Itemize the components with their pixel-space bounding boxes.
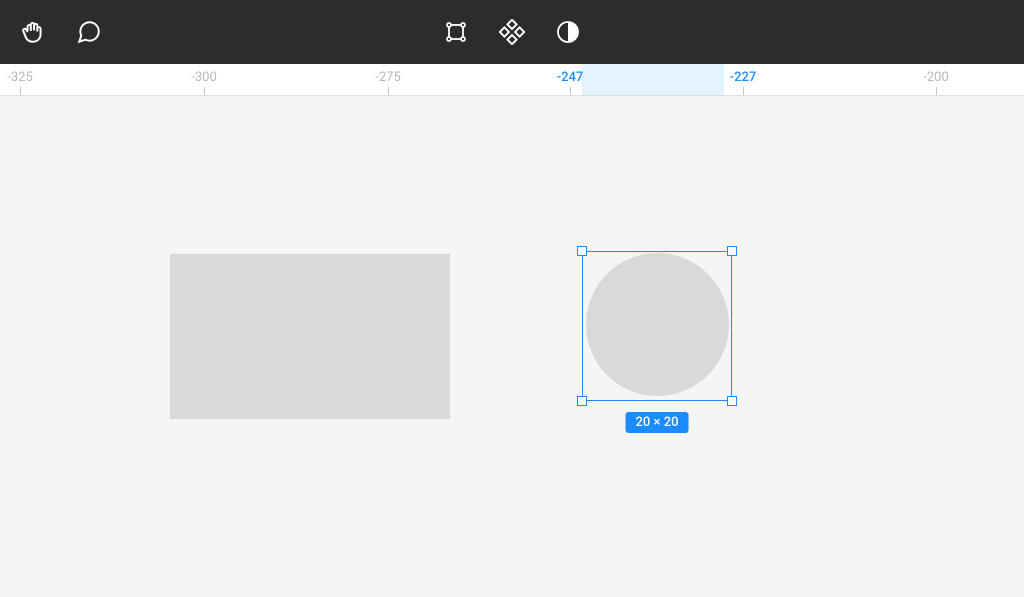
horizontal-ruler[interactable]: -325 -300 -275 -247 -227 -200 <box>0 64 1024 96</box>
resize-handle-bottom-right[interactable] <box>727 396 737 406</box>
resize-handle-bottom-left[interactable] <box>577 396 587 406</box>
ruler-tick <box>204 87 205 95</box>
rectangle-shape[interactable] <box>170 254 450 419</box>
ruler-selection-highlight <box>582 64 724 95</box>
hand-tool-icon[interactable] <box>20 19 46 45</box>
mask-tool-icon[interactable] <box>555 19 581 45</box>
ruler-tick <box>20 87 21 95</box>
resize-handle-top-right[interactable] <box>727 246 737 256</box>
ruler-tick <box>388 87 389 95</box>
oval-shape[interactable] <box>586 253 729 396</box>
ruler-label: -275 <box>375 70 401 85</box>
canvas[interactable]: 20 × 20 <box>0 96 1024 597</box>
ruler-label: -300 <box>191 70 217 85</box>
toolbar <box>0 0 1024 64</box>
comment-tool-icon[interactable] <box>76 19 102 45</box>
ruler-label: -227 <box>730 70 757 85</box>
ruler-label: -325 <box>7 70 33 85</box>
toolbar-center-group <box>443 19 581 45</box>
dimension-badge: 20 × 20 <box>626 412 689 433</box>
ruler-tick <box>570 87 571 95</box>
ruler-label: -247 <box>557 70 584 85</box>
frame-tool-icon[interactable] <box>443 19 469 45</box>
ruler-tick <box>743 87 744 95</box>
ruler-tick <box>936 87 937 95</box>
resize-handle-top-left[interactable] <box>577 246 587 256</box>
toolbar-left-group <box>20 19 102 45</box>
components-tool-icon[interactable] <box>499 19 525 45</box>
ruler-label: -200 <box>923 70 949 85</box>
